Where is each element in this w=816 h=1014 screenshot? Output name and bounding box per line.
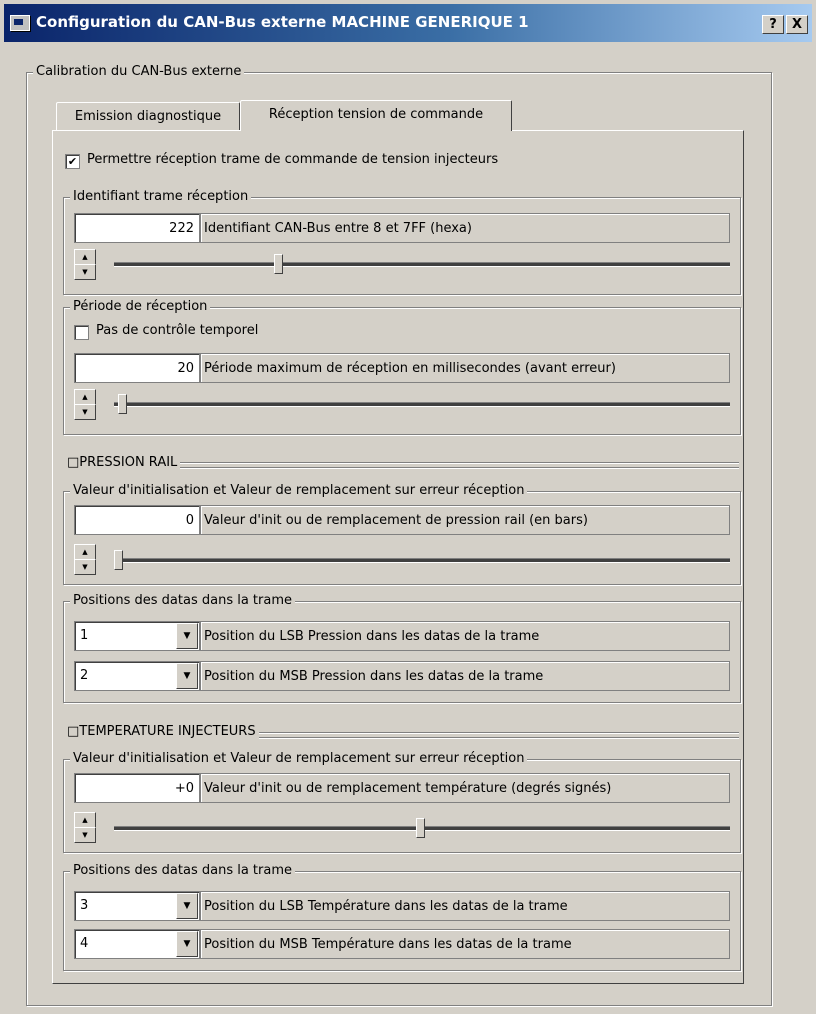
spin-down-icon[interactable]: ▼ [74, 827, 96, 843]
app-icon [10, 15, 30, 31]
identifiant-input[interactable]: 222 [74, 213, 200, 243]
temperature-msb-select[interactable]: 4 ▼ [74, 929, 200, 959]
tab-emission-diagnostique[interactable]: Emission diagnostique [56, 102, 240, 132]
temperature-init-group: Valeur d'initialisation et Valeur de rem… [63, 751, 741, 853]
temperature-msb-value: 4 [80, 936, 89, 951]
temperature-init-input[interactable]: +0 [74, 773, 200, 803]
temperature-msb-description: Position du MSB Température dans les dat… [200, 929, 730, 959]
temperature-slider-thumb[interactable] [416, 818, 425, 838]
pression-init-description: Valeur d'init ou de remplacement de pres… [200, 505, 730, 535]
pression-init-group: Valeur d'initialisation et Valeur de rem… [63, 483, 741, 585]
periode-input[interactable]: 20 [74, 353, 200, 383]
pression-slider-thumb[interactable] [114, 550, 123, 570]
no-time-check-label: Pas de contrôle temporel [96, 323, 259, 338]
chevron-down-icon[interactable]: ▼ [176, 663, 198, 689]
enable-reception-checkbox[interactable]: ✔ [65, 154, 80, 169]
chevron-down-icon[interactable]: ▼ [176, 931, 198, 957]
no-time-check-checkbox[interactable] [74, 325, 89, 340]
spin-up-icon[interactable]: ▲ [74, 249, 96, 265]
pression-msb-value: 2 [80, 668, 89, 683]
periode-legend: Période de réception [70, 299, 211, 314]
close-button[interactable]: X [786, 15, 808, 34]
tab-panel-reception: ✔ Permettre réception trame de commande … [52, 130, 744, 984]
pression-title-text: PRESSION RAIL [79, 455, 178, 470]
chevron-down-icon[interactable]: ▼ [176, 623, 198, 649]
pression-positions-legend: Positions des datas dans la trame [70, 593, 296, 608]
temperature-title-text: TEMPERATURE INJECTEURS [79, 724, 256, 739]
periode-group: Période de réception Pas de contrôle tem… [63, 299, 741, 435]
dialog-window: Configuration du CAN-Bus externe MACHINE… [0, 0, 816, 1014]
calibration-legend: Calibration du CAN-Bus externe [33, 64, 245, 79]
chevron-down-icon[interactable]: ▼ [176, 893, 198, 919]
temperature-positions-group: Positions des datas dans la trame 3 ▼ Po… [63, 863, 741, 971]
temperature-positions-legend: Positions des datas dans la trame [70, 863, 296, 878]
spin-up-icon[interactable]: ▲ [74, 812, 96, 828]
pression-title: □PRESSION RAIL [67, 455, 181, 470]
temperature-init-description: Valeur d'init ou de remplacement tempéra… [200, 773, 730, 803]
pression-spinner[interactable]: ▲ ▼ [74, 544, 96, 576]
identifiant-legend: Identifiant trame réception [70, 189, 252, 204]
spin-up-icon[interactable]: ▲ [74, 389, 96, 405]
periode-slider-track[interactable] [114, 402, 730, 407]
periode-description: Période maximum de réception en millisec… [200, 353, 730, 383]
pression-slider-track[interactable] [114, 558, 730, 563]
pression-msb-description: Position du MSB Pression dans les datas … [200, 661, 730, 691]
spin-up-icon[interactable]: ▲ [74, 544, 96, 560]
tab-reception-tension[interactable]: Réception tension de commande [240, 100, 512, 131]
temperature-init-legend: Valeur d'initialisation et Valeur de rem… [70, 751, 528, 766]
pression-lsb-value: 1 [80, 628, 89, 643]
identifiant-group: Identifiant trame réception 222 Identifi… [63, 189, 741, 295]
window-title: Configuration du CAN-Bus externe MACHINE… [36, 13, 529, 31]
temperature-lsb-description: Position du LSB Température dans les dat… [200, 891, 730, 921]
temperature-lsb-value: 3 [80, 898, 89, 913]
pression-positions-group: Positions des datas dans la trame 1 ▼ Po… [63, 593, 741, 703]
pression-init-input[interactable]: 0 [74, 505, 200, 535]
pression-lsb-description: Position du LSB Pression dans les datas … [200, 621, 730, 651]
temperature-lsb-select[interactable]: 3 ▼ [74, 891, 200, 921]
spin-down-icon[interactable]: ▼ [74, 264, 96, 280]
identifiant-spinner[interactable]: ▲ ▼ [74, 249, 96, 281]
help-button[interactable]: ? [762, 15, 784, 34]
pression-lsb-select[interactable]: 1 ▼ [74, 621, 200, 651]
spin-down-icon[interactable]: ▼ [74, 404, 96, 420]
spin-down-icon[interactable]: ▼ [74, 559, 96, 575]
pression-init-legend: Valeur d'initialisation et Valeur de rem… [70, 483, 528, 498]
identifiant-description: Identifiant CAN-Bus entre 8 et 7FF (hexa… [200, 213, 730, 243]
enable-reception-label: Permettre réception trame de commande de… [87, 152, 499, 167]
title-bar[interactable]: Configuration du CAN-Bus externe MACHINE… [4, 4, 812, 42]
identifiant-slider-track[interactable] [114, 262, 730, 267]
periode-spinner[interactable]: ▲ ▼ [74, 389, 96, 421]
identifiant-slider-thumb[interactable] [274, 254, 283, 274]
periode-slider-thumb[interactable] [118, 394, 127, 414]
pression-msb-select[interactable]: 2 ▼ [74, 661, 200, 691]
temperature-spinner[interactable]: ▲ ▼ [74, 812, 96, 844]
temperature-title: □TEMPERATURE INJECTEURS [67, 724, 259, 739]
